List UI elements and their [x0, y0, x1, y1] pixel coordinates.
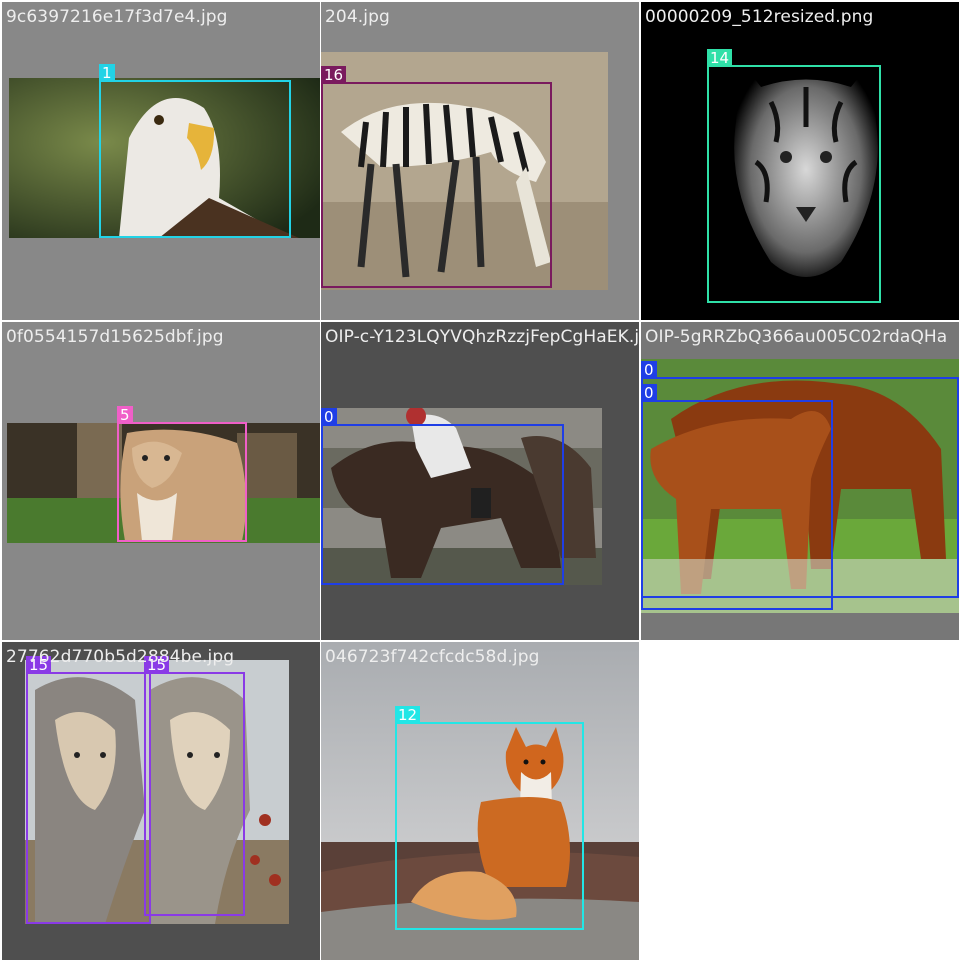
bounding-box: 1: [99, 64, 291, 238]
filename-label: 27762d770b5d2884be.jpg: [6, 647, 235, 667]
tile-tiger: 00000209_512resized.png 14: [641, 2, 959, 320]
tile-horse-and-foal: OIP-5gRRZbQ366au005C02rdaQHa 0 0: [641, 322, 959, 640]
bounding-box: 12: [395, 706, 584, 930]
filename-label: 204.jpg: [325, 7, 390, 27]
class-label: 1: [99, 64, 115, 82]
filename-label: OIP-5gRRZbQ366au005C02rdaQHa: [645, 327, 948, 347]
class-label: 0: [641, 384, 657, 402]
class-label: 12: [395, 706, 421, 724]
bounding-box: 15: [26, 656, 151, 924]
bounding-box: 5: [117, 406, 247, 542]
bounding-box: 14: [707, 49, 881, 303]
filename-label: 046723f742cfcdc58d.jpg: [325, 647, 540, 667]
class-label: 16: [321, 66, 347, 84]
filename-label: 9c6397216e17f3d7e4.jpg: [6, 7, 228, 27]
filename-label: 00000209_512resized.png: [645, 7, 874, 27]
class-label: 14: [707, 49, 733, 67]
bounding-box: 0: [641, 384, 833, 610]
class-label: 5: [117, 406, 133, 424]
bounding-box: 0: [321, 408, 564, 585]
tile-cougar: 0f0554157d15625dbf.jpg 5: [2, 322, 320, 640]
tile-racehorses: OIP-c-Y123LQYVQhzRzzjFepCgHaEK.jpeg 0: [321, 322, 639, 640]
class-label: 0: [321, 408, 337, 426]
tile-red-fox: 046723f742cfcdc58d.jpg 12: [321, 642, 639, 960]
filename-label: 0f0554157d15625dbf.jpg: [6, 327, 224, 347]
bounding-box: 16: [321, 66, 552, 288]
tile-eagle: 9c6397216e17f3d7e4.jpg 1: [2, 2, 320, 320]
bounding-box: 15: [144, 656, 245, 916]
tile-zebra: 204.jpg 16: [321, 2, 639, 320]
tile-wolves: 27762d770b5d2884be.jpg 15 15: [2, 642, 320, 960]
class-label: 0: [641, 361, 657, 379]
filename-label: OIP-c-Y123LQYVQhzRzzjFepCgHaEK.jpeg: [325, 327, 639, 347]
